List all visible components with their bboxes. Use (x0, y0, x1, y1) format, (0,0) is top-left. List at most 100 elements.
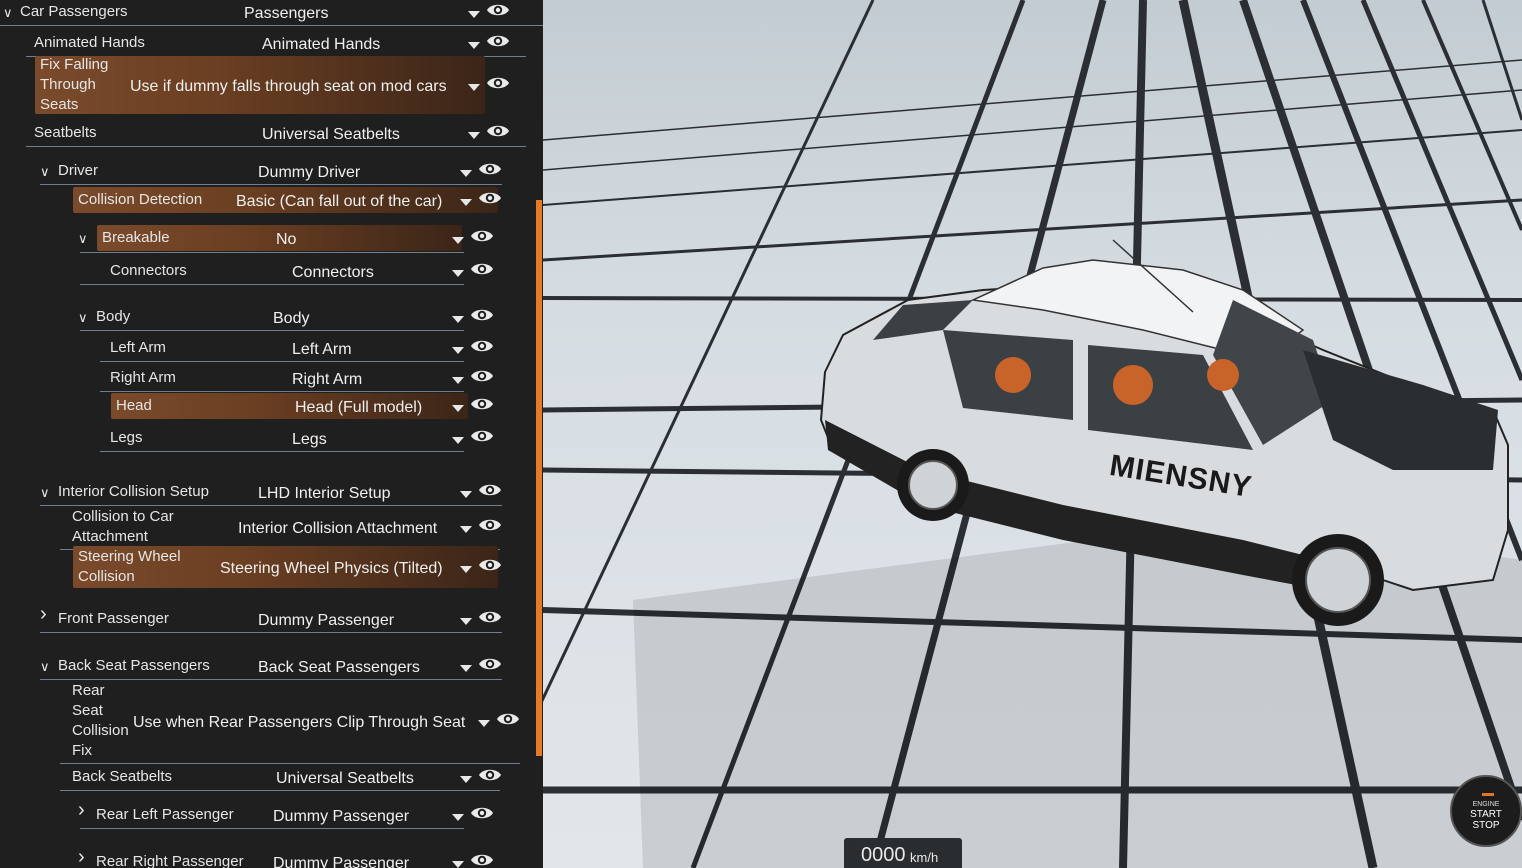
caret-down-icon[interactable] (452, 269, 464, 277)
eye-icon[interactable] (470, 228, 494, 244)
option-row-legs[interactable]: Legs Legs (0, 426, 543, 452)
eye-icon[interactable] (470, 338, 494, 354)
caret-down-icon[interactable] (452, 813, 464, 821)
eye-icon[interactable] (486, 2, 510, 18)
option-dropdown-value[interactable]: Use when Rear Passengers Clip Through Se… (133, 713, 465, 733)
caret-down-icon[interactable] (460, 525, 472, 533)
eye-icon[interactable] (478, 767, 502, 783)
option-row-back-seat-passengers[interactable]: ∨ Back Seat Passengers Back Seat Passenger… (0, 654, 543, 680)
chevron-down-icon[interactable]: ∨ (3, 6, 13, 19)
option-dropdown-value[interactable]: Animated Hands (262, 35, 380, 55)
eye-icon[interactable] (470, 307, 494, 323)
eye-icon[interactable] (470, 261, 494, 277)
option-dropdown-value[interactable]: LHD Interior Setup (258, 484, 391, 504)
option-dropdown-value[interactable]: Connectors (292, 263, 374, 283)
caret-down-icon[interactable] (452, 404, 464, 412)
caret-down-icon[interactable] (468, 10, 480, 18)
caret-down-icon[interactable] (460, 490, 472, 498)
option-row-driver[interactable]: ∨ Driver Dummy Driver (0, 159, 543, 185)
chevron-down-icon[interactable]: ∨ (40, 165, 50, 178)
caret-down-icon[interactable] (452, 346, 464, 354)
option-dropdown-value[interactable]: Dummy Passenger (273, 807, 409, 827)
caret-down-icon[interactable] (468, 41, 480, 49)
caret-down-icon[interactable] (460, 169, 472, 177)
option-row-breakable[interactable]: ∨ Breakable No (0, 225, 543, 253)
option-dropdown-value[interactable]: Universal Seatbelts (276, 769, 414, 789)
option-row-right-arm[interactable]: Right Arm Right Arm (0, 366, 543, 392)
panel-scrollbar[interactable] (536, 200, 542, 756)
eye-icon[interactable] (496, 711, 520, 727)
option-dropdown-value[interactable]: Head (Full model) (295, 398, 422, 418)
option-row-car-passengers[interactable]: ∨ Car Passengers Passengers (0, 0, 543, 26)
engine-start-stop-button[interactable]: ENGINE START STOP (1450, 775, 1522, 847)
eye-icon[interactable] (470, 368, 494, 384)
caret-down-icon[interactable] (452, 376, 464, 384)
option-dropdown-value[interactable]: Right Arm (292, 370, 362, 390)
eye-icon[interactable] (478, 517, 502, 533)
eye-icon[interactable] (486, 33, 510, 49)
chevron-right-icon[interactable]: › (78, 847, 85, 867)
caret-down-icon[interactable] (460, 664, 472, 672)
eye-icon[interactable] (470, 805, 494, 821)
eye-icon[interactable] (478, 482, 502, 498)
caret-down-icon[interactable] (452, 860, 464, 868)
option-dropdown-value[interactable]: Interior Collision Attachment (238, 519, 437, 539)
option-row-collision-detection[interactable]: Collision Detection Basic (Can fall out o… (0, 187, 543, 213)
chevron-right-icon[interactable]: › (78, 800, 85, 820)
option-row-seatbelts[interactable]: Seatbelts Universal Seatbelts (0, 121, 543, 147)
option-row-fix-falling[interactable]: Fix Falling Through Seats Use if dummy fall… (0, 56, 543, 114)
option-row-interior-collision-setup[interactable]: ∨ Interior Collision Setup LHD Interior Se… (0, 480, 543, 506)
eye-icon[interactable] (470, 428, 494, 444)
option-dropdown-value[interactable]: Steering Wheel Physics (Tilted) (220, 559, 443, 579)
caret-down-icon[interactable] (460, 198, 472, 206)
caret-down-icon[interactable] (478, 719, 490, 727)
caret-down-icon[interactable] (468, 83, 480, 91)
option-dropdown-value[interactable]: Dummy Passenger (258, 611, 394, 631)
passenger-options-panel[interactable]: ∨ Car Passengers Passengers Animated Hands A… (0, 0, 543, 868)
caret-down-icon[interactable] (460, 617, 472, 625)
caret-down-icon[interactable] (452, 436, 464, 444)
caret-down-icon[interactable] (452, 236, 464, 244)
option-dropdown-value[interactable]: Dummy Passenger (273, 854, 409, 868)
chevron-down-icon[interactable]: ∨ (78, 311, 88, 324)
eye-icon[interactable] (478, 609, 502, 625)
option-dropdown-value[interactable]: Passengers (244, 4, 329, 24)
eye-icon[interactable] (478, 557, 502, 573)
option-dropdown-value[interactable]: Use if dummy falls through seat on mod c… (130, 77, 447, 97)
caret-down-icon[interactable] (460, 775, 472, 783)
option-dropdown-value[interactable]: Dummy Driver (258, 163, 360, 183)
chevron-down-icon[interactable]: ∨ (40, 660, 50, 673)
eye-icon[interactable] (478, 190, 502, 206)
eye-icon[interactable] (478, 656, 502, 672)
option-row-rear-right-passenger[interactable]: › Rear Right Passenger Dummy Passenger (0, 847, 543, 868)
eye-icon[interactable] (470, 396, 494, 412)
option-dropdown-value[interactable]: Basic (Can fall out of the car) (236, 192, 442, 212)
option-dropdown-value[interactable]: Legs (292, 430, 327, 450)
option-row-body[interactable]: ∨ Body Body (0, 305, 543, 331)
chevron-down-icon[interactable]: ∨ (40, 486, 50, 499)
chevron-right-icon[interactable]: › (40, 604, 47, 624)
option-row-rear-seat-collision-fix[interactable]: Rear Seat Collision Fix Use when Rear Passen… (0, 680, 543, 764)
option-row-steering-wheel-collision[interactable]: Steering Wheel Collision Steering Wheel Ph… (0, 546, 543, 588)
option-dropdown-value[interactable]: Left Arm (292, 340, 352, 360)
option-row-front-passenger[interactable]: › Front Passenger Dummy Passenger (0, 604, 543, 633)
caret-down-icon[interactable] (468, 131, 480, 139)
option-dropdown-value[interactable]: Universal Seatbelts (262, 125, 400, 145)
eye-icon[interactable] (486, 123, 510, 139)
eye-icon[interactable] (478, 161, 502, 177)
chevron-down-icon[interactable]: ∨ (78, 232, 88, 245)
option-row-left-arm[interactable]: Left Arm Left Arm (0, 336, 543, 362)
eye-icon[interactable] (486, 75, 510, 91)
option-row-connectors[interactable]: Connectors Connectors (0, 259, 543, 285)
option-row-head[interactable]: Head Head (Full model) (0, 393, 543, 419)
option-row-back-seatbelts[interactable]: Back Seatbelts Universal Seatbelts (0, 765, 543, 791)
caret-down-icon[interactable] (452, 315, 464, 323)
3d-viewport[interactable]: MIENSNY (543, 0, 1522, 868)
option-row-animated-hands[interactable]: Animated Hands Animated Hands (0, 31, 543, 57)
option-dropdown-value[interactable]: Body (273, 309, 309, 329)
caret-down-icon[interactable] (460, 565, 472, 573)
option-dropdown-value[interactable]: No (276, 230, 296, 250)
option-row-collision-to-car[interactable]: Collision to Car Attachment Interior Colli… (0, 506, 543, 550)
eye-icon[interactable] (470, 852, 494, 868)
option-row-rear-left-passenger[interactable]: › Rear Left Passenger Dummy Passenger (0, 800, 543, 829)
